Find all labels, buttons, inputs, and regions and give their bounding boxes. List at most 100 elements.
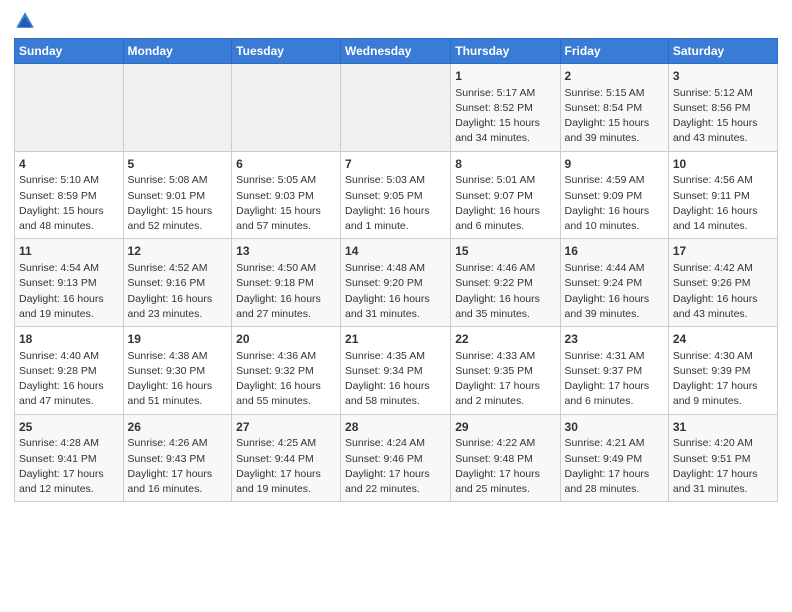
day-info: Sunrise: 4:59 AM Sunset: 9:09 PM Dayligh…: [565, 173, 664, 234]
day-number: 21: [345, 331, 446, 348]
calendar-cell: 22Sunrise: 4:33 AM Sunset: 9:35 PM Dayli…: [451, 327, 560, 415]
day-info: Sunrise: 4:22 AM Sunset: 9:48 PM Dayligh…: [455, 436, 555, 497]
day-info: Sunrise: 5:17 AM Sunset: 8:52 PM Dayligh…: [455, 86, 555, 147]
calendar-cell: [15, 64, 124, 152]
calendar-cell: 29Sunrise: 4:22 AM Sunset: 9:48 PM Dayli…: [451, 414, 560, 502]
day-info: Sunrise: 4:42 AM Sunset: 9:26 PM Dayligh…: [673, 261, 773, 322]
calendar-cell: 5Sunrise: 5:08 AM Sunset: 9:01 PM Daylig…: [123, 151, 232, 239]
week-row-2: 4Sunrise: 5:10 AM Sunset: 8:59 PM Daylig…: [15, 151, 778, 239]
calendar-header: SundayMondayTuesdayWednesdayThursdayFrid…: [15, 39, 778, 64]
header-day-wednesday: Wednesday: [341, 39, 451, 64]
day-info: Sunrise: 5:05 AM Sunset: 9:03 PM Dayligh…: [236, 173, 336, 234]
day-number: 6: [236, 156, 336, 173]
calendar-cell: [123, 64, 232, 152]
calendar-cell: [232, 64, 341, 152]
calendar-cell: 9Sunrise: 4:59 AM Sunset: 9:09 PM Daylig…: [560, 151, 668, 239]
calendar-cell: 17Sunrise: 4:42 AM Sunset: 9:26 PM Dayli…: [668, 239, 777, 327]
calendar-cell: 21Sunrise: 4:35 AM Sunset: 9:34 PM Dayli…: [341, 327, 451, 415]
day-info: Sunrise: 4:26 AM Sunset: 9:43 PM Dayligh…: [128, 436, 228, 497]
day-number: 27: [236, 419, 336, 436]
day-number: 18: [19, 331, 119, 348]
day-number: 25: [19, 419, 119, 436]
day-number: 3: [673, 68, 773, 85]
calendar-cell: 28Sunrise: 4:24 AM Sunset: 9:46 PM Dayli…: [341, 414, 451, 502]
day-info: Sunrise: 4:52 AM Sunset: 9:16 PM Dayligh…: [128, 261, 228, 322]
header-day-saturday: Saturday: [668, 39, 777, 64]
calendar-cell: 23Sunrise: 4:31 AM Sunset: 9:37 PM Dayli…: [560, 327, 668, 415]
day-number: 30: [565, 419, 664, 436]
day-info: Sunrise: 5:03 AM Sunset: 9:05 PM Dayligh…: [345, 173, 446, 234]
header-row: SundayMondayTuesdayWednesdayThursdayFrid…: [15, 39, 778, 64]
day-number: 29: [455, 419, 555, 436]
week-row-5: 25Sunrise: 4:28 AM Sunset: 9:41 PM Dayli…: [15, 414, 778, 502]
day-number: 28: [345, 419, 446, 436]
day-info: Sunrise: 4:30 AM Sunset: 9:39 PM Dayligh…: [673, 349, 773, 410]
calendar-table: SundayMondayTuesdayWednesdayThursdayFrid…: [14, 38, 778, 502]
day-number: 13: [236, 243, 336, 260]
calendar-cell: 6Sunrise: 5:05 AM Sunset: 9:03 PM Daylig…: [232, 151, 341, 239]
day-info: Sunrise: 4:40 AM Sunset: 9:28 PM Dayligh…: [19, 349, 119, 410]
logo: [14, 10, 40, 32]
calendar-cell: 14Sunrise: 4:48 AM Sunset: 9:20 PM Dayli…: [341, 239, 451, 327]
header: [14, 10, 778, 32]
calendar-cell: 11Sunrise: 4:54 AM Sunset: 9:13 PM Dayli…: [15, 239, 124, 327]
calendar-cell: 31Sunrise: 4:20 AM Sunset: 9:51 PM Dayli…: [668, 414, 777, 502]
generalblue-logo-icon: [14, 10, 36, 32]
header-day-tuesday: Tuesday: [232, 39, 341, 64]
calendar-cell: 3Sunrise: 5:12 AM Sunset: 8:56 PM Daylig…: [668, 64, 777, 152]
day-info: Sunrise: 4:54 AM Sunset: 9:13 PM Dayligh…: [19, 261, 119, 322]
calendar-cell: 15Sunrise: 4:46 AM Sunset: 9:22 PM Dayli…: [451, 239, 560, 327]
day-number: 22: [455, 331, 555, 348]
day-info: Sunrise: 4:28 AM Sunset: 9:41 PM Dayligh…: [19, 436, 119, 497]
day-number: 4: [19, 156, 119, 173]
calendar-body: 1Sunrise: 5:17 AM Sunset: 8:52 PM Daylig…: [15, 64, 778, 502]
header-day-friday: Friday: [560, 39, 668, 64]
week-row-3: 11Sunrise: 4:54 AM Sunset: 9:13 PM Dayli…: [15, 239, 778, 327]
day-number: 26: [128, 419, 228, 436]
calendar-cell: 30Sunrise: 4:21 AM Sunset: 9:49 PM Dayli…: [560, 414, 668, 502]
calendar-cell: 4Sunrise: 5:10 AM Sunset: 8:59 PM Daylig…: [15, 151, 124, 239]
day-info: Sunrise: 5:15 AM Sunset: 8:54 PM Dayligh…: [565, 86, 664, 147]
calendar-cell: 27Sunrise: 4:25 AM Sunset: 9:44 PM Dayli…: [232, 414, 341, 502]
calendar-cell: 24Sunrise: 4:30 AM Sunset: 9:39 PM Dayli…: [668, 327, 777, 415]
day-info: Sunrise: 5:10 AM Sunset: 8:59 PM Dayligh…: [19, 173, 119, 234]
day-info: Sunrise: 4:44 AM Sunset: 9:24 PM Dayligh…: [565, 261, 664, 322]
day-info: Sunrise: 4:36 AM Sunset: 9:32 PM Dayligh…: [236, 349, 336, 410]
calendar-cell: [341, 64, 451, 152]
day-info: Sunrise: 4:50 AM Sunset: 9:18 PM Dayligh…: [236, 261, 336, 322]
day-number: 2: [565, 68, 664, 85]
header-day-thursday: Thursday: [451, 39, 560, 64]
week-row-4: 18Sunrise: 4:40 AM Sunset: 9:28 PM Dayli…: [15, 327, 778, 415]
calendar-cell: 20Sunrise: 4:36 AM Sunset: 9:32 PM Dayli…: [232, 327, 341, 415]
day-info: Sunrise: 4:20 AM Sunset: 9:51 PM Dayligh…: [673, 436, 773, 497]
calendar-cell: 25Sunrise: 4:28 AM Sunset: 9:41 PM Dayli…: [15, 414, 124, 502]
header-day-sunday: Sunday: [15, 39, 124, 64]
calendar-cell: 2Sunrise: 5:15 AM Sunset: 8:54 PM Daylig…: [560, 64, 668, 152]
day-number: 20: [236, 331, 336, 348]
day-number: 15: [455, 243, 555, 260]
day-info: Sunrise: 4:25 AM Sunset: 9:44 PM Dayligh…: [236, 436, 336, 497]
day-info: Sunrise: 4:56 AM Sunset: 9:11 PM Dayligh…: [673, 173, 773, 234]
day-number: 12: [128, 243, 228, 260]
day-info: Sunrise: 4:46 AM Sunset: 9:22 PM Dayligh…: [455, 261, 555, 322]
day-number: 9: [565, 156, 664, 173]
calendar-cell: 16Sunrise: 4:44 AM Sunset: 9:24 PM Dayli…: [560, 239, 668, 327]
day-info: Sunrise: 4:21 AM Sunset: 9:49 PM Dayligh…: [565, 436, 664, 497]
day-number: 11: [19, 243, 119, 260]
calendar-cell: 7Sunrise: 5:03 AM Sunset: 9:05 PM Daylig…: [341, 151, 451, 239]
day-info: Sunrise: 5:08 AM Sunset: 9:01 PM Dayligh…: [128, 173, 228, 234]
page: SundayMondayTuesdayWednesdayThursdayFrid…: [0, 0, 792, 612]
day-info: Sunrise: 4:48 AM Sunset: 9:20 PM Dayligh…: [345, 261, 446, 322]
day-number: 17: [673, 243, 773, 260]
calendar-cell: 8Sunrise: 5:01 AM Sunset: 9:07 PM Daylig…: [451, 151, 560, 239]
day-number: 8: [455, 156, 555, 173]
day-info: Sunrise: 4:33 AM Sunset: 9:35 PM Dayligh…: [455, 349, 555, 410]
calendar-cell: 26Sunrise: 4:26 AM Sunset: 9:43 PM Dayli…: [123, 414, 232, 502]
day-number: 31: [673, 419, 773, 436]
calendar-cell: 13Sunrise: 4:50 AM Sunset: 9:18 PM Dayli…: [232, 239, 341, 327]
week-row-1: 1Sunrise: 5:17 AM Sunset: 8:52 PM Daylig…: [15, 64, 778, 152]
day-number: 5: [128, 156, 228, 173]
day-info: Sunrise: 5:01 AM Sunset: 9:07 PM Dayligh…: [455, 173, 555, 234]
day-number: 16: [565, 243, 664, 260]
calendar-cell: 1Sunrise: 5:17 AM Sunset: 8:52 PM Daylig…: [451, 64, 560, 152]
